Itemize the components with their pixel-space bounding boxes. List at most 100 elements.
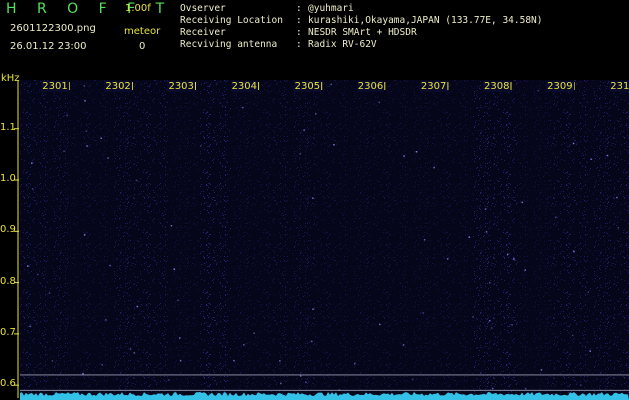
noise-background bbox=[20, 80, 629, 398]
noise-speck bbox=[312, 308, 314, 310]
x-tick-label: 2302 bbox=[104, 81, 132, 92]
y-tick-label: 0.6 bbox=[0, 378, 16, 390]
noise-speck bbox=[84, 100, 86, 102]
noise-speck bbox=[555, 216, 557, 219]
noise-speck bbox=[433, 166, 435, 169]
noise-speck bbox=[379, 323, 381, 326]
noise-speck bbox=[485, 231, 488, 233]
noise-speck bbox=[311, 340, 313, 343]
noise-speck bbox=[133, 352, 136, 354]
y-tick-label: 0.7 bbox=[0, 326, 16, 338]
noise-speck bbox=[83, 85, 86, 87]
noise-speck bbox=[279, 360, 281, 362]
noise-speck bbox=[537, 89, 539, 92]
noise-speck bbox=[489, 320, 491, 322]
noise-speck bbox=[63, 150, 65, 152]
noise-speck bbox=[29, 325, 32, 328]
noise-speck bbox=[233, 359, 235, 362]
noise-band bbox=[272, 80, 317, 398]
noise-speck bbox=[299, 153, 301, 155]
noise-speck bbox=[571, 334, 574, 337]
noise-speck bbox=[617, 226, 619, 229]
noise-speck bbox=[312, 197, 314, 199]
noise-speck bbox=[506, 253, 509, 256]
y-tick-label: 1.0 bbox=[0, 173, 16, 185]
noise-speck bbox=[66, 114, 68, 117]
y-tick-label: 0.8 bbox=[0, 275, 16, 287]
noise-speck bbox=[305, 381, 307, 384]
noise-speck bbox=[490, 327, 493, 329]
noise-speck bbox=[51, 360, 54, 362]
noise-speck bbox=[378, 101, 381, 104]
noise-speck bbox=[354, 362, 356, 365]
noise-speck bbox=[31, 162, 33, 164]
noise-speck bbox=[525, 387, 527, 390]
noise-speck bbox=[422, 312, 424, 314]
x-tick-label: 2304 bbox=[230, 81, 259, 92]
noise-speck bbox=[135, 179, 138, 182]
noise-speck bbox=[173, 268, 176, 270]
noise-speck bbox=[524, 269, 526, 271]
noise-speck bbox=[333, 144, 335, 146]
noise-speck bbox=[573, 250, 575, 253]
noise-band bbox=[114, 80, 169, 398]
noise-speck bbox=[300, 375, 302, 377]
x-tick-label: 2306 bbox=[356, 81, 385, 92]
noise-speck bbox=[82, 372, 84, 375]
noise-speck bbox=[27, 265, 29, 267]
noise-band bbox=[199, 80, 232, 398]
x-tick-label: 2309 bbox=[546, 81, 574, 92]
noise-speck bbox=[100, 137, 102, 139]
noise-speck bbox=[129, 348, 132, 350]
x-tick-label: 2301 bbox=[41, 81, 69, 92]
noise-speck bbox=[280, 382, 282, 385]
noise-speck bbox=[580, 384, 582, 386]
noise-speck bbox=[446, 258, 449, 260]
noise-speck bbox=[109, 264, 111, 267]
noise-speck bbox=[303, 129, 305, 131]
noise-speck bbox=[168, 379, 170, 381]
noise-band bbox=[471, 80, 519, 398]
noise-speck bbox=[86, 145, 88, 147]
x-tick-label: 2308 bbox=[483, 81, 511, 92]
noise-speck bbox=[85, 130, 88, 132]
spectrogram-overlay bbox=[14, 80, 629, 400]
noise-speck bbox=[423, 239, 426, 241]
noise-speck bbox=[415, 151, 418, 153]
x-tick-label: 2303 bbox=[167, 81, 195, 92]
noise-speck bbox=[101, 364, 103, 366]
noise-speck bbox=[177, 299, 179, 302]
noise-speck bbox=[472, 316, 474, 318]
noise-speck bbox=[170, 225, 173, 227]
noise-speck bbox=[540, 369, 543, 371]
noise-speck bbox=[590, 158, 592, 160]
noise-speck bbox=[107, 157, 109, 159]
noise-speck bbox=[31, 188, 34, 190]
noise-speck bbox=[315, 113, 317, 115]
noise-speck bbox=[572, 142, 575, 145]
noise-band bbox=[20, 80, 68, 398]
noise-speck bbox=[243, 344, 245, 346]
noise-speck bbox=[491, 387, 494, 390]
noise-speck bbox=[330, 83, 332, 86]
noise-speck bbox=[489, 282, 491, 284]
noise-speck bbox=[402, 344, 405, 346]
y-axis-unit: kHz bbox=[1, 73, 20, 84]
noise-speck bbox=[242, 106, 244, 109]
noise-speck bbox=[587, 291, 590, 293]
noise-speck bbox=[589, 350, 591, 352]
noise-speck bbox=[513, 258, 515, 260]
noise-speck bbox=[83, 234, 86, 236]
noise-band bbox=[550, 80, 629, 398]
noise-speck bbox=[468, 236, 470, 238]
x-tick-label: 2310 bbox=[609, 81, 629, 92]
noise-speck bbox=[616, 196, 618, 199]
noise-speck bbox=[179, 337, 181, 339]
noise-speck bbox=[136, 305, 139, 308]
noise-speck bbox=[403, 155, 405, 157]
noise-speck bbox=[37, 273, 39, 276]
noise-speck bbox=[484, 208, 487, 210]
noise-speck bbox=[179, 359, 182, 362]
noise-speck bbox=[48, 292, 51, 294]
noise-speck bbox=[105, 319, 107, 321]
